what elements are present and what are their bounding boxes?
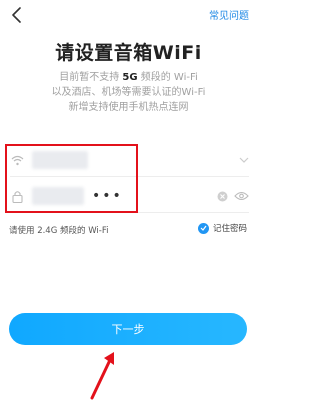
page-title: 请设置音箱WiFi bbox=[55, 42, 202, 64]
chevron-left-icon bbox=[12, 7, 21, 23]
description-line-1: 目前暂不支持 5G 频段的 Wi-Fi bbox=[59, 72, 198, 83]
remember-password-toggle[interactable]: 记住密码 bbox=[197, 222, 247, 234]
annotation-highlight-box bbox=[5, 144, 138, 213]
back-button[interactable] bbox=[6, 4, 28, 26]
checkbox-checked-icon bbox=[197, 222, 209, 234]
annotation-arrow-icon bbox=[90, 352, 114, 400]
next-button[interactable]: 下一步 bbox=[9, 313, 247, 345]
description-line-3: 新增支持使用手机热点连网 bbox=[68, 102, 189, 113]
eye-icon[interactable] bbox=[234, 191, 249, 201]
faq-link[interactable]: 常见问题 bbox=[209, 7, 249, 22]
description: 目前暂不支持 5G 频段的 Wi-Fi 以及酒店、机场等需要认证的Wi-Fi 新… bbox=[0, 70, 257, 115]
band-hint: 请使用 2.4G 频段的 Wi-Fi bbox=[9, 226, 109, 236]
description-line-2: 以及酒店、机场等需要认证的Wi-Fi bbox=[51, 87, 206, 98]
remember-password-label: 记住密码 bbox=[212, 224, 247, 234]
clear-icon[interactable] bbox=[217, 191, 228, 202]
chevron-down-icon[interactable] bbox=[239, 156, 249, 164]
